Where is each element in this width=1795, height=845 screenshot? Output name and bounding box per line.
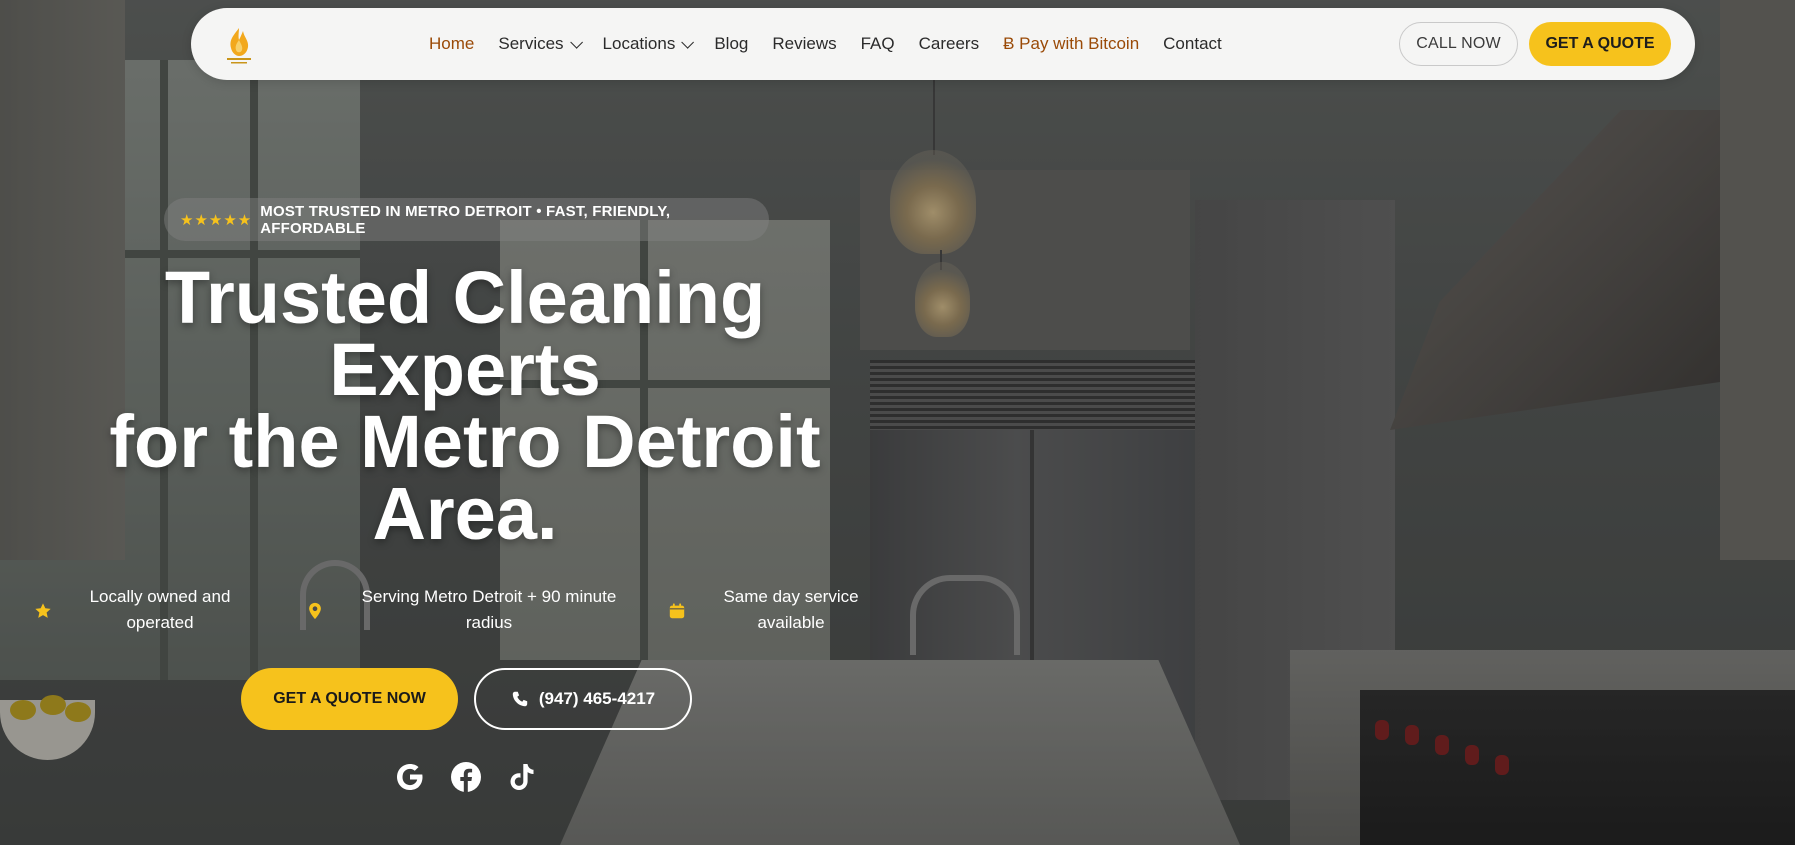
calendar-icon: [669, 603, 685, 619]
chevron-down-icon: [681, 35, 695, 49]
nav-blog[interactable]: Blog: [714, 34, 748, 54]
phone-icon: [512, 691, 528, 707]
get-a-quote-button[interactable]: GET A QUOTE: [1529, 22, 1671, 66]
flame-logo-icon[interactable]: [223, 26, 255, 66]
nav-faq[interactable]: FAQ: [861, 34, 895, 54]
feature-text-line: Same day service: [723, 587, 859, 606]
feature-service-area: Serving Metro Detroit + 90 minute radius: [306, 584, 636, 636]
feature-text-line: Serving Metro Detroit + 90 minute: [361, 587, 617, 606]
nav-services-label: Services: [498, 34, 564, 53]
nav-home-label: Home: [429, 34, 475, 53]
main-navbar: Home Services Locations Blog Reviews FAQ…: [191, 8, 1695, 80]
chevron-down-icon: [569, 35, 583, 49]
nav-locations[interactable]: Locations: [602, 34, 695, 54]
nav-locations-label: Locations: [602, 34, 676, 53]
hero-title: Trusted Cleaning Experts for the Metro D…: [95, 256, 835, 555]
feature-same-day: Same day service available: [668, 584, 888, 636]
nav-reviews-label: Reviews: [772, 34, 837, 53]
nav-contact[interactable]: Contact: [1163, 34, 1222, 54]
trust-badge-text: MOST TRUSTED IN METRO DETROIT • FAST, FR…: [260, 202, 671, 237]
feature-locally-owned: Locally owned and operated: [34, 584, 254, 636]
nav-services[interactable]: Services: [498, 34, 583, 54]
social-links: [394, 761, 562, 793]
call-phone-button[interactable]: (947) 465-4217: [474, 668, 692, 730]
nav-faq-label: FAQ: [860, 34, 895, 53]
nav-home[interactable]: Home: [429, 34, 474, 54]
feature-text-line: available: [757, 613, 825, 632]
hero-title-line: Trusted Cleaning: [164, 256, 766, 339]
feature-text-line: Locally owned and: [89, 587, 231, 606]
nav-careers-label: Careers: [918, 34, 980, 53]
rating-stars-icon: ★★★★★: [180, 211, 253, 229]
nav-contact-label: Contact: [1163, 34, 1222, 53]
call-now-button[interactable]: CALL NOW: [1399, 22, 1518, 66]
google-icon[interactable]: [394, 761, 426, 793]
feature-text-line: operated: [126, 613, 194, 632]
phone-number: (947) 465-4217: [538, 689, 656, 708]
trust-badge: ★★★★★ MOST TRUSTED IN METRO DETROIT • FA…: [164, 198, 769, 241]
nav-links: Home Services Locations Blog Reviews FAQ…: [429, 8, 1246, 80]
hero-title-line: Area.: [372, 472, 558, 555]
nav-careers[interactable]: Careers: [919, 34, 979, 54]
get-a-quote-now-button[interactable]: GET A QUOTE NOW: [241, 668, 458, 730]
map-pin-icon: [309, 602, 321, 620]
nav-blog-label: Blog: [714, 34, 749, 53]
tiktok-icon[interactable]: [506, 761, 538, 793]
nav-reviews[interactable]: Reviews: [772, 34, 836, 54]
star-icon: [35, 603, 51, 618]
hero-title-line: Experts: [329, 328, 601, 411]
nav-pay-with-bitcoin[interactable]: Ƀ Pay with Bitcoin: [1003, 34, 1139, 54]
hero-title-line: for the Metro Detroit: [109, 400, 821, 483]
nav-bitcoin-label: Ƀ Pay with Bitcoin: [1003, 34, 1140, 53]
facebook-icon[interactable]: [450, 761, 482, 793]
feature-text-line: radius: [465, 613, 513, 632]
